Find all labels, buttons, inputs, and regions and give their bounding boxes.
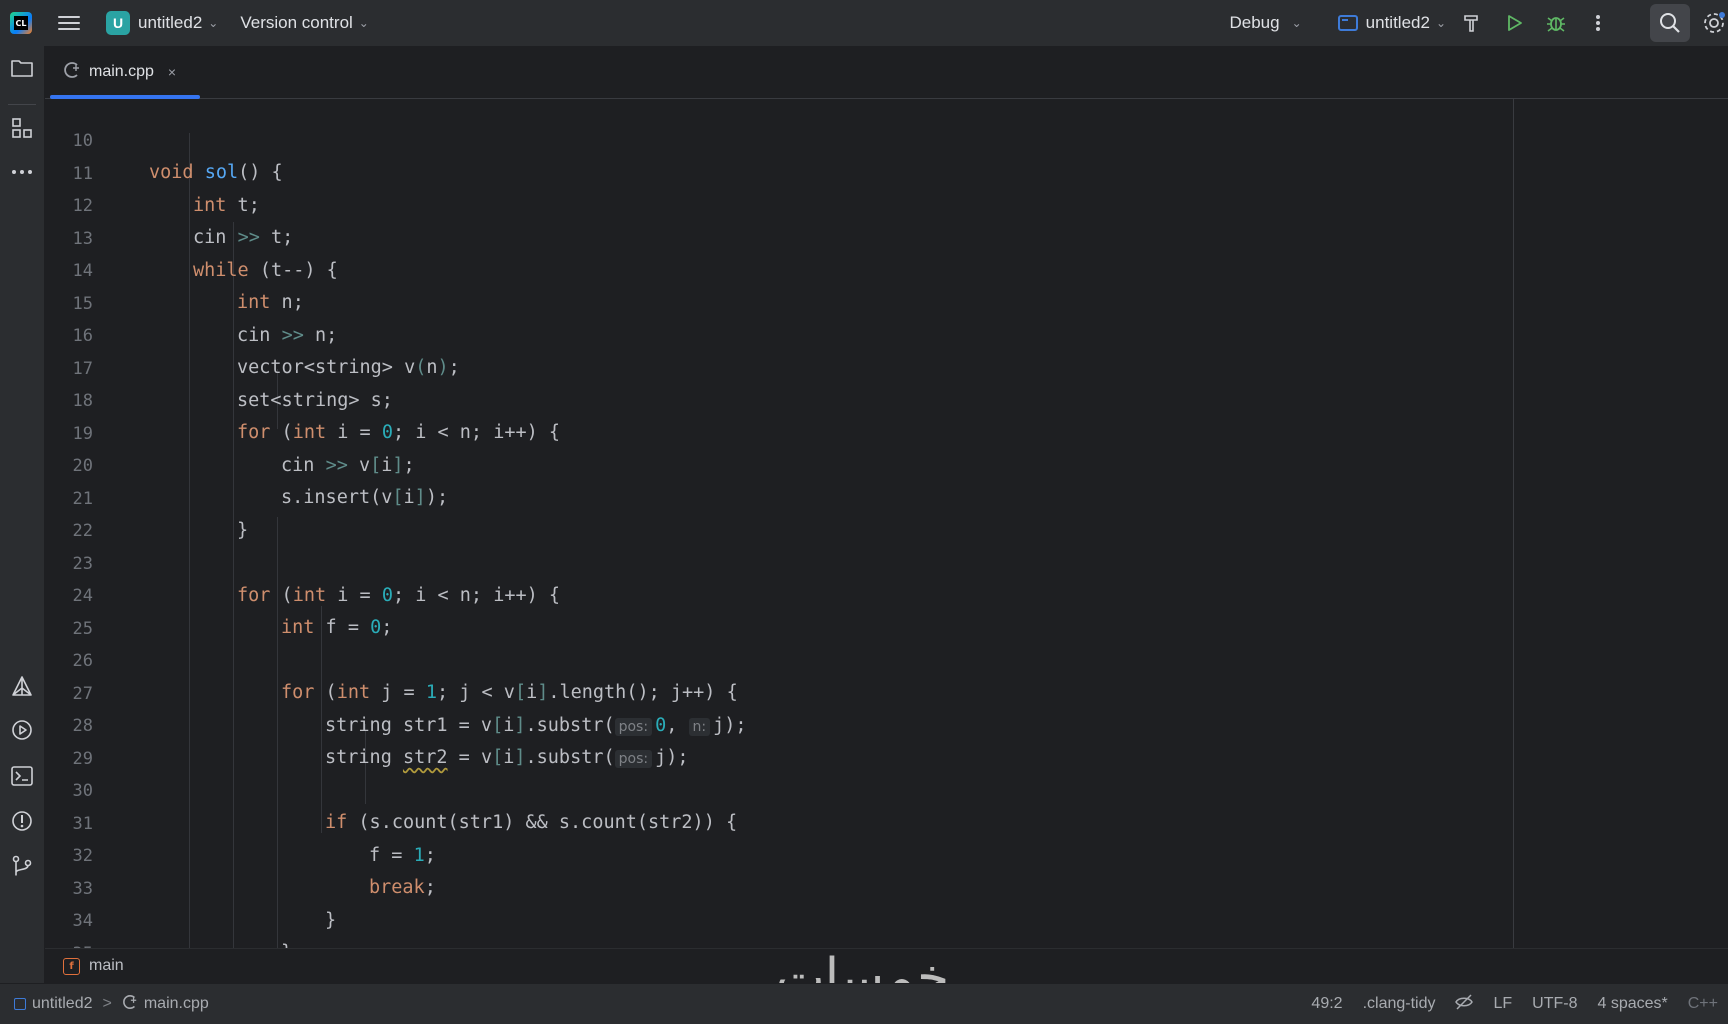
divider	[8, 104, 36, 105]
build-profile-dropdown[interactable]: Debug	[1229, 13, 1279, 33]
clion-logo-icon[interactable]: CL	[10, 12, 32, 34]
chevron-down-icon[interactable]: ⌄	[1292, 16, 1302, 30]
tab-label: main.cpp	[89, 63, 154, 80]
terminal-icon[interactable]	[10, 764, 34, 788]
debug-bug-icon[interactable]	[1540, 7, 1572, 39]
title-bar: CL U untitled2 ⌄ Version control ⌄ Debug…	[0, 0, 1728, 46]
code-line: 11 int t;	[45, 126, 1445, 216]
git-branch-icon[interactable]	[10, 854, 34, 878]
run-icon[interactable]	[1498, 7, 1530, 39]
code-line: 30 if (s.count(str1) && s.count(str2)) {	[45, 743, 1445, 833]
project-name-dropdown[interactable]: untitled2	[138, 13, 202, 33]
cmake-triangle-icon[interactable]	[10, 674, 34, 698]
code-line: 28 string str2 = v[i].substr(pos: j);	[45, 678, 1445, 768]
status-file[interactable]: main.cpp	[144, 995, 209, 1013]
project-icon	[14, 998, 26, 1010]
code-line: 24 int f = 0;	[45, 548, 1445, 638]
line-ending[interactable]: LF	[1493, 995, 1512, 1013]
chevron-down-icon[interactable]: ⌄	[208, 16, 218, 30]
function-icon: f	[63, 957, 80, 975]
project-badge[interactable]: U	[106, 11, 130, 35]
code-line: 26 for (int j = 1; j < v[i].length(); j+…	[45, 613, 1445, 703]
right-margin-guide	[1513, 99, 1514, 948]
search-icon[interactable]	[1650, 4, 1690, 42]
code-line: 34 }	[45, 873, 1445, 948]
main-menu-icon[interactable]	[58, 12, 80, 34]
code-line: 23 for (int i = 0; i < n; i++) {	[45, 516, 1445, 606]
code-line: 25	[45, 581, 1445, 639]
project-folder-icon[interactable]	[10, 56, 34, 80]
breadcrumb-separator: >	[102, 995, 112, 1012]
code-line: 35	[45, 906, 1445, 949]
code-line: 10 void sol() {	[45, 99, 1445, 183]
code-line: 18 for (int i = 0; i < n; i++) {	[45, 353, 1445, 443]
code-line: 12 cin >> t;	[45, 158, 1445, 248]
line-number[interactable]: 35	[45, 938, 93, 949]
code-editor[interactable]: 10 void sol() { 11 int t; 12 cin >> t; 1…	[45, 99, 1728, 948]
code-line: 31 f = 1;	[45, 776, 1445, 866]
close-tab-icon[interactable]: ×	[168, 64, 176, 80]
code-line: 16 vector<string> v(n);	[45, 288, 1445, 378]
code-line: 17 set<string> s;	[45, 321, 1445, 411]
inspections-off-icon[interactable]	[1455, 993, 1474, 1015]
indent-setting[interactable]: 4 spaces*	[1597, 995, 1667, 1013]
structure-icon[interactable]	[10, 116, 34, 140]
tab-main-cpp[interactable]: main.cpp ×	[47, 46, 200, 99]
status-bar: untitled2 > main.cpp 49:2 .clang-tidy LF…	[0, 983, 1728, 1024]
code-line: 13 while (t--) {	[45, 191, 1445, 281]
code-line: 33 }	[45, 841, 1445, 931]
run-configuration-icon	[1337, 15, 1358, 31]
editor-tab-bar: main.cpp ×	[45, 46, 1728, 99]
run-configuration-dropdown[interactable]: untitled2	[1366, 13, 1430, 33]
services-run-icon[interactable]	[10, 718, 34, 742]
file-encoding[interactable]: UTF-8	[1532, 995, 1577, 1013]
code-line: 32 break;	[45, 808, 1445, 898]
language-mode[interactable]: C++	[1688, 995, 1718, 1013]
code-line: 15 cin >> n;	[45, 256, 1445, 346]
build-hammer-icon[interactable]	[1456, 7, 1488, 39]
left-tool-strip	[0, 46, 45, 983]
breadcrumb-symbol[interactable]: main	[89, 957, 124, 975]
code-line: 19 cin >> v[i];	[45, 386, 1445, 476]
more-tools-icon[interactable]	[10, 160, 34, 184]
code-line: 14 int n;	[45, 223, 1445, 313]
code-line: 27 string str1 = v[i].substr(pos: 0, n: j)…	[45, 646, 1445, 736]
problems-icon[interactable]	[10, 809, 34, 833]
code-line: 29	[45, 711, 1445, 769]
clang-tidy-status[interactable]: .clang-tidy	[1363, 995, 1436, 1013]
cpp-file-icon	[63, 61, 81, 84]
cursor-position[interactable]: 49:2	[1311, 995, 1342, 1013]
version-control-dropdown[interactable]: Version control	[240, 13, 352, 33]
status-project[interactable]: untitled2	[32, 995, 93, 1013]
more-options-icon[interactable]	[1582, 7, 1614, 39]
chevron-down-icon[interactable]: ⌄	[1436, 16, 1446, 30]
code-line: 22	[45, 483, 1445, 541]
settings-gear-icon[interactable]	[1700, 7, 1728, 39]
chevron-down-icon[interactable]: ⌄	[359, 16, 369, 30]
cpp-file-icon	[122, 994, 138, 1015]
code-line: 21 }	[45, 451, 1445, 541]
code-line: 20 s.insert(v[i]);	[45, 418, 1445, 508]
